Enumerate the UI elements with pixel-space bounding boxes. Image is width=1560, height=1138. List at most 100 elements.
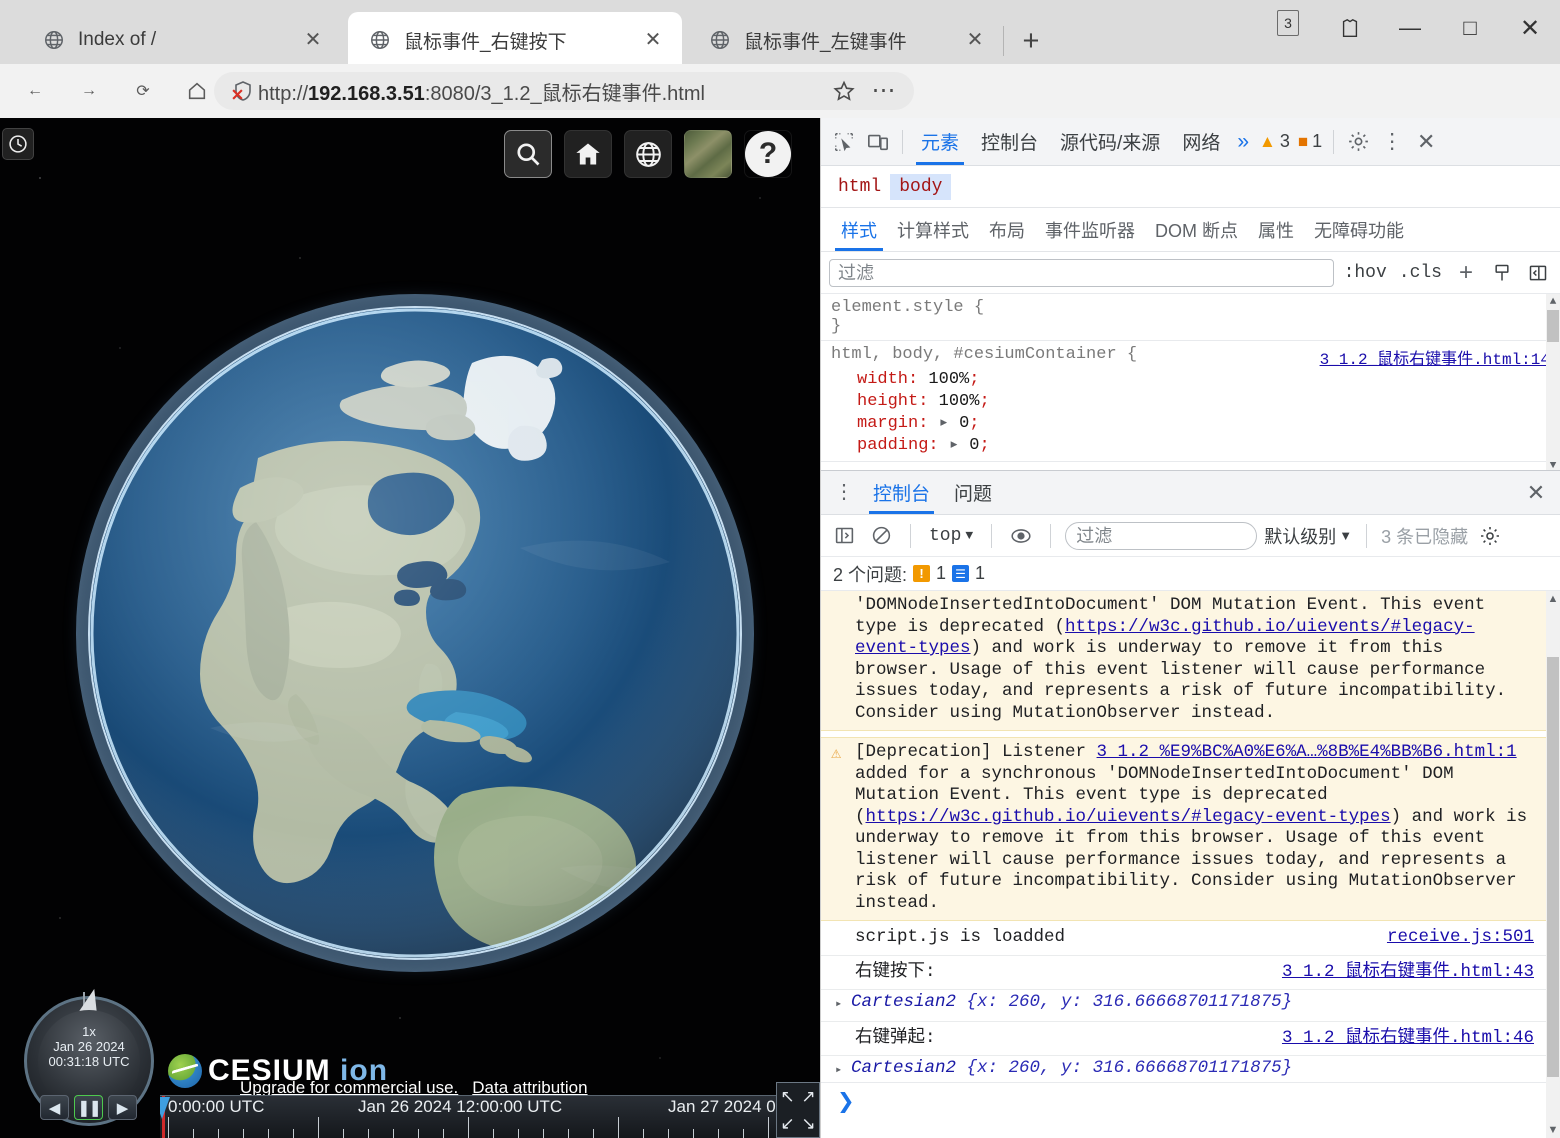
styles-pane[interactable]: element.style { } html, body, #cesiumCon…: [821, 294, 1560, 474]
console-message-warning-partial[interactable]: 'DOMNodeInsertedIntoDocument' DOM Mutati…: [821, 591, 1546, 731]
kebab-icon[interactable]: ⋮: [827, 476, 861, 510]
new-tab-button[interactable]: +: [1012, 22, 1050, 60]
styles-scrollbar[interactable]: ▲ ▼: [1546, 294, 1560, 474]
rule-source-link[interactable]: 3_1.2_鼠标右键事件.html:14: [1320, 345, 1550, 369]
console-prompt[interactable]: ❯: [821, 1082, 1546, 1138]
console-message-rightdown[interactable]: 右键按下: 3_1.2_鼠标右键事件.html:43: [821, 956, 1546, 990]
console-message-rightup[interactable]: 右键弹起: 3_1.2_鼠标右键事件.html:46: [821, 1022, 1546, 1056]
console-scrollbar[interactable]: ▲ ▼: [1546, 591, 1560, 1138]
browser-tab-0[interactable]: Index of / ✕: [22, 12, 342, 68]
play-button[interactable]: ▶: [108, 1095, 137, 1120]
subtab-dom-breakpoints[interactable]: DOM 断点: [1145, 208, 1248, 251]
console-sidebar-icon[interactable]: [829, 521, 859, 551]
declaration-width[interactable]: width: 100%;: [831, 369, 1550, 391]
cesium-viewer[interactable]: ? 1x Jan 26 2024 00:31:18 UTC ◀ ❚❚ ▶ CES…: [0, 118, 820, 1138]
fullscreen-button[interactable]: ↖ ↗ ↙ ↘: [776, 1082, 820, 1138]
drawer-tab-issues[interactable]: 问题: [942, 471, 1004, 514]
ellipsis-icon[interactable]: ⋯: [864, 79, 904, 103]
style-rule-cesium[interactable]: html, body, #cesiumContainer { 3_1.2_鼠标右…: [821, 341, 1560, 462]
search-icon[interactable]: [504, 130, 552, 178]
close-icon[interactable]: ✕: [1512, 472, 1560, 514]
device-toolbar-icon[interactable]: [861, 125, 895, 159]
clear-console-icon[interactable]: [866, 521, 896, 551]
console-message-script-loaded[interactable]: script.js is loadded receive.js:501: [821, 921, 1546, 956]
browser-tab-2[interactable]: 鼠标事件_左键事件 ✕: [688, 12, 1004, 68]
devtools-tab-network[interactable]: 网络: [1171, 119, 1231, 165]
earth-sphere[interactable]: [90, 308, 740, 958]
style-rule-element[interactable]: element.style { }: [821, 294, 1560, 341]
expand-arrow-icon[interactable]: ▸: [835, 994, 842, 1016]
maximize-button[interactable]: □: [1440, 0, 1500, 56]
close-icon[interactable]: ✕: [638, 25, 668, 55]
scroll-up-icon[interactable]: ▲: [1546, 294, 1560, 310]
console-object-cartesian2[interactable]: ▸ Cartesian2 {x: 260, y: 316.66668701171…: [821, 990, 1546, 1022]
devtools-tab-overflow[interactable]: »: [1231, 119, 1255, 165]
scrollbar-thumb[interactable]: [1547, 310, 1559, 342]
expand-arrow-icon[interactable]: ▸: [939, 414, 949, 433]
subtab-styles[interactable]: 样式: [831, 208, 887, 251]
breadcrumb-html[interactable]: html: [829, 174, 890, 200]
message-source-link[interactable]: 3_1.2_鼠标右键事件.html:46: [1282, 1028, 1534, 1050]
close-window-button[interactable]: ✕: [1500, 0, 1560, 56]
message-source-link[interactable]: receive.js:501: [1387, 927, 1534, 949]
warning-count-badge[interactable]: ▲ 3: [1255, 131, 1294, 152]
help-icon[interactable]: ?: [744, 130, 792, 178]
scrollbar-thumb[interactable]: [1547, 657, 1559, 1077]
console-filter-input[interactable]: 过滤: [1065, 521, 1258, 550]
declaration-padding[interactable]: padding: ▸ 0;: [831, 435, 1550, 457]
cls-button[interactable]: .cls: [1397, 263, 1444, 283]
issue-summary-bar[interactable]: 2 个问题: ! 1 ☰ 1: [821, 557, 1560, 591]
subtab-computed[interactable]: 计算样式: [887, 208, 979, 251]
animation-widget[interactable]: 1x Jan 26 2024 00:31:18 UTC ◀ ❚❚ ▶: [14, 986, 162, 1134]
devtools-tab-sources[interactable]: 源代码/来源: [1049, 119, 1171, 165]
kebab-icon[interactable]: ⋮: [1375, 125, 1409, 159]
add-rule-icon[interactable]: +: [1452, 259, 1480, 287]
styles-filter-input[interactable]: 过滤: [829, 258, 1334, 287]
expand-arrow-icon[interactable]: ▸: [949, 436, 959, 455]
subtab-accessibility[interactable]: 无障碍功能: [1304, 208, 1414, 251]
context-selector[interactable]: top ▼: [925, 526, 977, 546]
gear-icon[interactable]: [1475, 521, 1505, 551]
close-icon[interactable]: ✕: [960, 25, 990, 55]
forward-button[interactable]: →: [66, 68, 112, 114]
subtab-properties[interactable]: 属性: [1248, 208, 1304, 251]
devtools-tab-elements[interactable]: 元素: [910, 119, 970, 165]
console-log-list[interactable]: 'DOMNodeInsertedIntoDocument' DOM Mutati…: [821, 591, 1546, 1082]
timeline-widget[interactable]: 0:00:00 UTC Jan 26 2024 12:00:00 UTC Jan…: [160, 1095, 820, 1138]
inspect-icon[interactable]: [827, 125, 861, 159]
breadcrumb-body[interactable]: body: [890, 173, 952, 200]
minimize-button[interactable]: —: [1380, 0, 1440, 56]
globe[interactable]: [76, 294, 754, 972]
subtab-event-listeners[interactable]: 事件监听器: [1035, 208, 1145, 251]
imagery-icon[interactable]: [684, 130, 732, 178]
clock-icon[interactable]: [2, 128, 34, 160]
gear-icon[interactable]: [1341, 125, 1375, 159]
issue-count-badge[interactable]: ■ 1: [1294, 131, 1326, 152]
message-link-1[interactable]: https://w3c.github.io/uievents/#legacy-e…: [866, 807, 1391, 827]
live-expression-icon[interactable]: [1006, 521, 1036, 551]
close-icon[interactable]: ✕: [298, 25, 328, 55]
console-object-cartesian2[interactable]: ▸ Cartesian2 {x: 260, y: 316.66668701171…: [821, 1056, 1546, 1082]
devtools-tab-console[interactable]: 控制台: [970, 119, 1049, 165]
back-button[interactable]: ←: [12, 68, 58, 114]
reload-button[interactable]: ⟳: [120, 68, 166, 114]
browser-tab-1[interactable]: 鼠标事件_右键按下 ✕: [348, 12, 682, 68]
reverse-button[interactable]: ◀: [40, 1095, 69, 1120]
declaration-margin[interactable]: margin: ▸ 0;: [831, 413, 1550, 435]
workspaces-icon[interactable]: [1320, 0, 1380, 56]
subtab-layout[interactable]: 布局: [979, 208, 1035, 251]
hov-button[interactable]: :hov: [1342, 263, 1389, 283]
close-icon[interactable]: ✕: [1409, 125, 1443, 159]
star-icon[interactable]: [824, 79, 864, 103]
declaration-height[interactable]: height: 100%;: [831, 391, 1550, 413]
toggle-sidebar-icon[interactable]: [1524, 259, 1552, 287]
tab-count-badge[interactable]: 3: [1277, 10, 1299, 36]
drawer-tab-console[interactable]: 控制台: [861, 471, 942, 514]
log-level-selector[interactable]: 默认级别 ▼: [1264, 523, 1352, 549]
message-source-link[interactable]: 3_1.2_鼠标右键事件.html:43: [1282, 962, 1534, 984]
home-icon[interactable]: [564, 130, 612, 178]
address-bar[interactable]: http://192.168.3.51:8080/3_1.2_鼠标右键事件.ht…: [214, 72, 914, 110]
globe-icon[interactable]: [624, 130, 672, 178]
message-source-link[interactable]: 3_1.2_%E9%BC%A0%E6%A…%8B%E4%BB%B6.html:1: [1097, 742, 1517, 762]
console-message-deprecation[interactable]: ⚠ [Deprecation] Listener 3_1.2_%E9%BC%A0…: [821, 737, 1546, 921]
